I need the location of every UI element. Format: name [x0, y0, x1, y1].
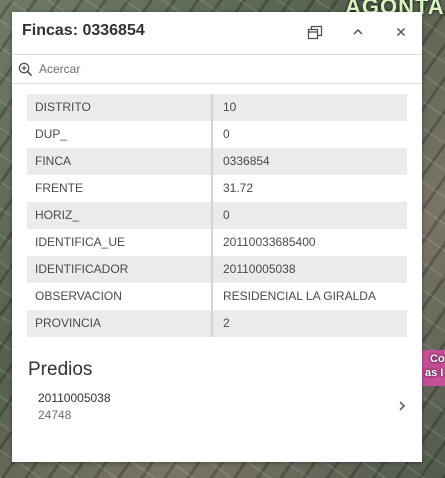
- related-record-item[interactable]: 20110005038 24748: [28, 389, 408, 427]
- table-row: FRENTE 31.72: [27, 175, 407, 202]
- collapse-button[interactable]: [346, 20, 370, 44]
- table-row: FINCA 0336854: [27, 148, 407, 175]
- attribute-key: OBSERVACION: [27, 283, 213, 310]
- attribute-table: DISTRITO 10 DUP_ 0 FINCA 0336854 FRENTE …: [27, 94, 407, 337]
- attribute-value: 31.72: [223, 181, 254, 195]
- related-record-primary: 20110005038: [38, 391, 111, 405]
- close-icon: [397, 28, 405, 36]
- attribute-value: 20110033685400: [223, 235, 316, 249]
- table-row: PROVINCIA 2: [27, 310, 407, 337]
- table-row: IDENTIFICA_UE 20110033685400: [27, 229, 407, 256]
- popup-title: Fincas: 0336854: [22, 22, 145, 39]
- attribute-value: 2: [223, 316, 230, 330]
- attribute-key: DUP_: [27, 121, 213, 148]
- attribute-key: HORIZ_: [27, 202, 213, 229]
- table-row: OBSERVACION RESIDENCIAL LA GIRALDA: [27, 283, 407, 310]
- map-label-side-2: as I: [425, 367, 444, 379]
- table-row: IDENTIFICADOR 20110005038: [27, 256, 407, 283]
- dock-icon: [307, 25, 323, 40]
- chevron-up-icon: [353, 29, 363, 35]
- table-row: HORIZ_ 0: [27, 202, 407, 229]
- attribute-value: 0336854: [223, 154, 270, 168]
- map-label-side-1: Co: [430, 353, 445, 365]
- header-divider: [12, 54, 422, 55]
- chevron-right-icon: [399, 401, 405, 411]
- zoom-to-label: Acercar: [39, 62, 81, 76]
- related-section-title: Predios: [28, 359, 93, 380]
- zoom-to-button[interactable]: Acercar: [18, 59, 80, 79]
- popup-header: Fincas: 0336854: [12, 12, 422, 52]
- zoom-in-icon: [18, 62, 33, 76]
- attribute-key: FRENTE: [27, 175, 213, 202]
- attribute-value: 20110005038: [223, 262, 296, 276]
- attribute-key: IDENTIFICA_UE: [27, 229, 213, 256]
- attribute-key: IDENTIFICADOR: [27, 256, 213, 283]
- attribute-key: DISTRITO: [27, 94, 213, 121]
- attribute-value: 0: [223, 127, 230, 141]
- related-record-secondary: 24748: [38, 408, 72, 422]
- attribute-key: PROVINCIA: [27, 310, 213, 337]
- popup-panel: Fincas: 0336854 Acercar DISTRITO 10 DUP_…: [12, 12, 422, 462]
- toolbar-divider: [12, 83, 422, 84]
- table-row: DISTRITO 10: [27, 94, 407, 121]
- close-button[interactable]: [389, 20, 413, 44]
- attribute-value: 0: [223, 208, 230, 222]
- dock-button[interactable]: [303, 20, 327, 44]
- attribute-key: FINCA: [27, 148, 213, 175]
- table-row: DUP_ 0: [27, 121, 407, 148]
- attribute-value: RESIDENCIAL LA GIRALDA: [223, 289, 376, 303]
- attribute-value: 10: [223, 100, 237, 114]
